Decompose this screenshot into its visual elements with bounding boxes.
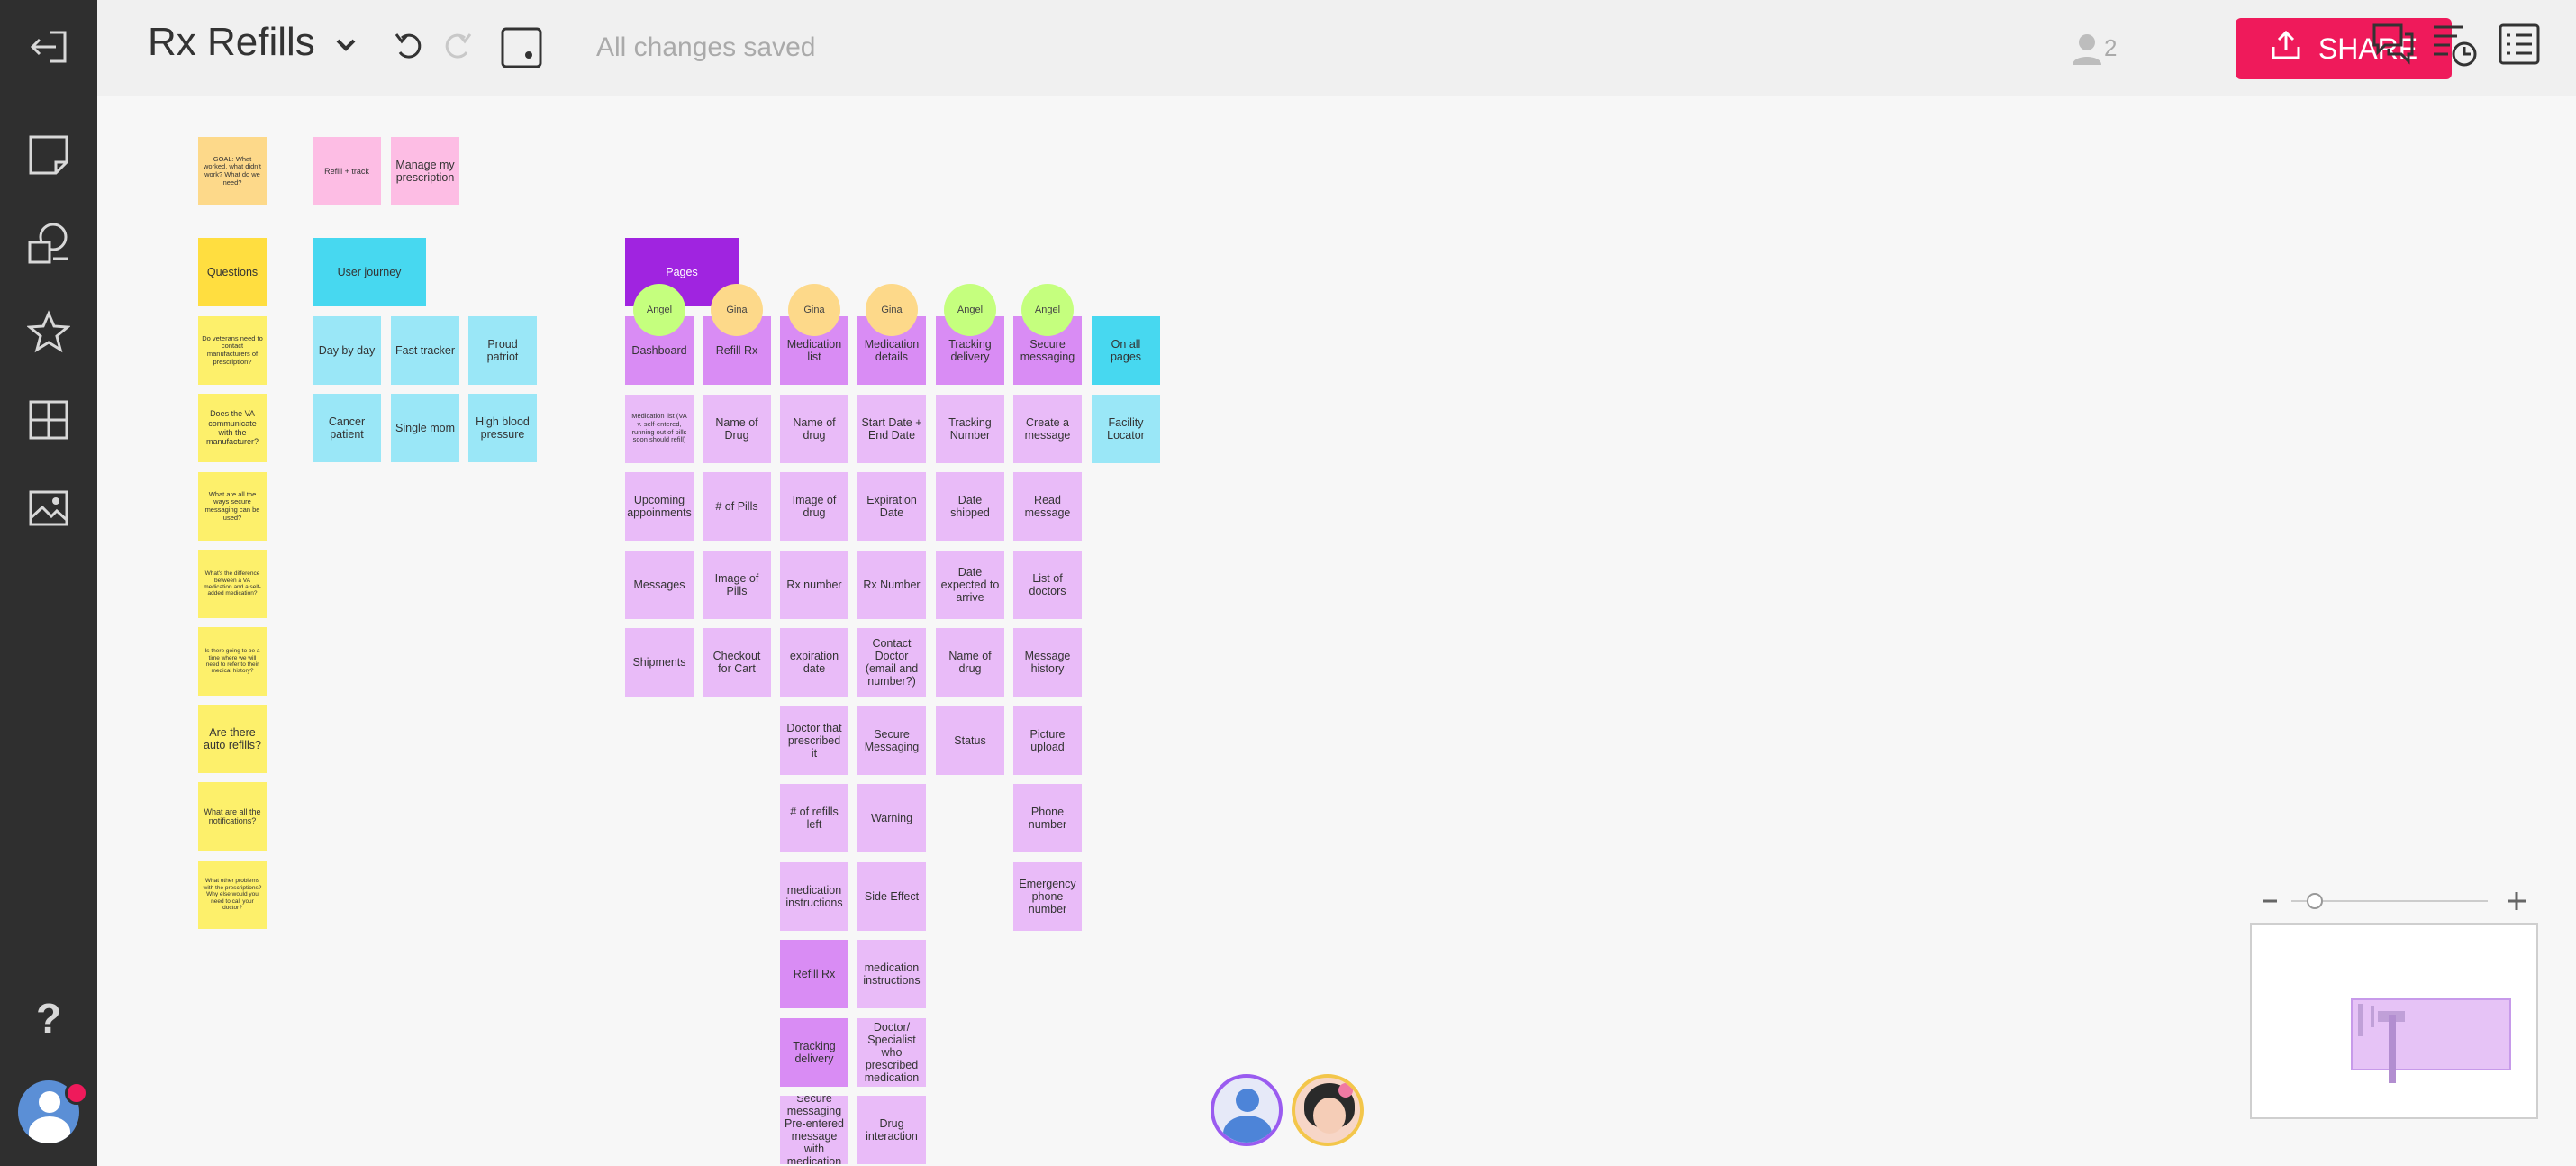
sticky-note[interactable]: GOAL: What worked, what didn't work? Wha… [198,137,267,205]
sticky-note[interactable]: Messages [625,550,694,619]
sticky-note[interactable]: Refill Rx [780,940,848,1008]
sticky-note[interactable]: Fast tracker [391,316,459,385]
sticky-note[interactable]: Are there auto refills? [198,705,267,773]
board-canvas[interactable]: GOAL: What worked, what didn't work? Wha… [0,0,2576,1166]
sticky-note[interactable]: Picture upload [1013,706,1082,775]
sticky-note[interactable]: Doctor that prescribed it [780,706,848,775]
page-header-note[interactable]: On all pages [1092,316,1160,385]
sticky-note[interactable]: Emergency phone number [1013,861,1082,931]
sticky-note[interactable]: Date expected to arrive [936,550,1004,619]
collaborator-avatar[interactable] [1211,1074,1283,1146]
zoom-slider[interactable] [2259,890,2529,912]
sticky-note[interactable]: Name of drug [780,394,848,463]
sticky-note[interactable]: Does the VA communicate with the manufac… [198,394,267,462]
sticky-note[interactable]: What's the difference between a VA medic… [198,550,267,618]
sticky-note[interactable]: What are all the notifications? [198,782,267,851]
sticky-note[interactable]: Side Effect [857,861,926,931]
sticky-note[interactable]: Read message [1013,472,1082,541]
sticky-note[interactable]: Tracking Number [936,394,1004,463]
owner-badge[interactable]: Angel [944,284,996,336]
owner-badge[interactable]: Gina [711,284,763,336]
sticky-note[interactable]: What other problems with the prescriptio… [198,861,267,929]
sticky-note[interactable]: Contact Doctor (email and number?) [857,628,926,697]
sticky-note[interactable]: Proud patriot [468,316,537,385]
owner-badge[interactable]: Angel [633,284,685,336]
sticky-note[interactable]: # of refills left [780,784,848,852]
minimap-content [2389,1015,2396,1083]
sticky-note[interactable]: Phone number [1013,784,1082,852]
minimap[interactable] [2250,923,2538,1119]
sticky-note[interactable]: expiration date [780,628,848,697]
sticky-note[interactable]: medication instructions [857,940,926,1008]
sticky-note[interactable]: Name of drug [936,628,1004,697]
sticky-note[interactable]: Checkout for Cart [703,628,771,697]
sticky-note[interactable]: Date shipped [936,472,1004,541]
owner-badge[interactable]: Gina [866,284,918,336]
sticky-note[interactable]: Cancer patient [313,394,381,462]
sticky-note[interactable]: List of doctors [1013,550,1082,619]
minimap-viewport[interactable] [2351,998,2511,1070]
sticky-note[interactable]: medication instructions [780,861,848,931]
sticky-note[interactable]: Manage my prescription [391,137,459,205]
sticky-note[interactable]: Single mom [391,394,459,462]
sticky-note[interactable]: Questions [198,238,267,306]
sticky-note[interactable]: Message history [1013,628,1082,697]
sticky-note[interactable]: Expiration Date [857,472,926,541]
minimap-content [2358,1004,2363,1036]
sticky-note[interactable]: Secure Messaging [857,706,926,775]
sticky-note[interactable]: Rx number [780,550,848,619]
sticky-note[interactable]: # of Pills [703,472,771,541]
sticky-note[interactable]: Start Date + End Date [857,394,926,463]
sticky-note[interactable]: Is there going to be a time where we wil… [198,627,267,696]
sticky-note[interactable]: Drug interaction [857,1096,926,1164]
sticky-note[interactable]: Secure messaging Pre-entered message wit… [780,1096,848,1164]
sticky-note[interactable]: User journey [313,238,426,306]
sticky-note[interactable]: Tracking delivery [780,1017,848,1087]
sticky-note[interactable]: Day by day [313,316,381,385]
sticky-note[interactable]: Refill + track [313,137,381,205]
sticky-note[interactable]: Image of Pills [703,550,771,619]
sticky-note[interactable]: Medication list (VA v. self-entered, run… [625,394,694,463]
sticky-note[interactable]: High blood pressure [468,394,537,462]
sticky-note[interactable]: Create a message [1013,394,1082,463]
sticky-note[interactable]: Status [936,706,1004,775]
collaborator-avatar[interactable] [1292,1074,1364,1146]
sticky-note[interactable]: Facility Locator [1092,394,1160,463]
sticky-note[interactable]: Shipments [625,628,694,697]
sticky-note[interactable]: What are all the ways secure messaging c… [198,472,267,541]
owner-badge[interactable]: Gina [788,284,840,336]
sticky-note[interactable]: Upcoming appoinments [625,472,694,541]
owner-badge[interactable]: Angel [1021,284,1074,336]
sticky-note[interactable]: Doctor/ Specialist who prescribed medica… [857,1017,926,1087]
sticky-note[interactable]: Do veterans need to contact manufacturer… [198,316,267,385]
minimap-content [2371,1006,2374,1027]
sticky-note[interactable]: Image of drug [780,472,848,541]
sticky-note[interactable]: Warning [857,784,926,852]
sticky-note[interactable]: Rx Number [857,550,926,619]
sticky-note[interactable]: Name of Drug [703,394,771,463]
